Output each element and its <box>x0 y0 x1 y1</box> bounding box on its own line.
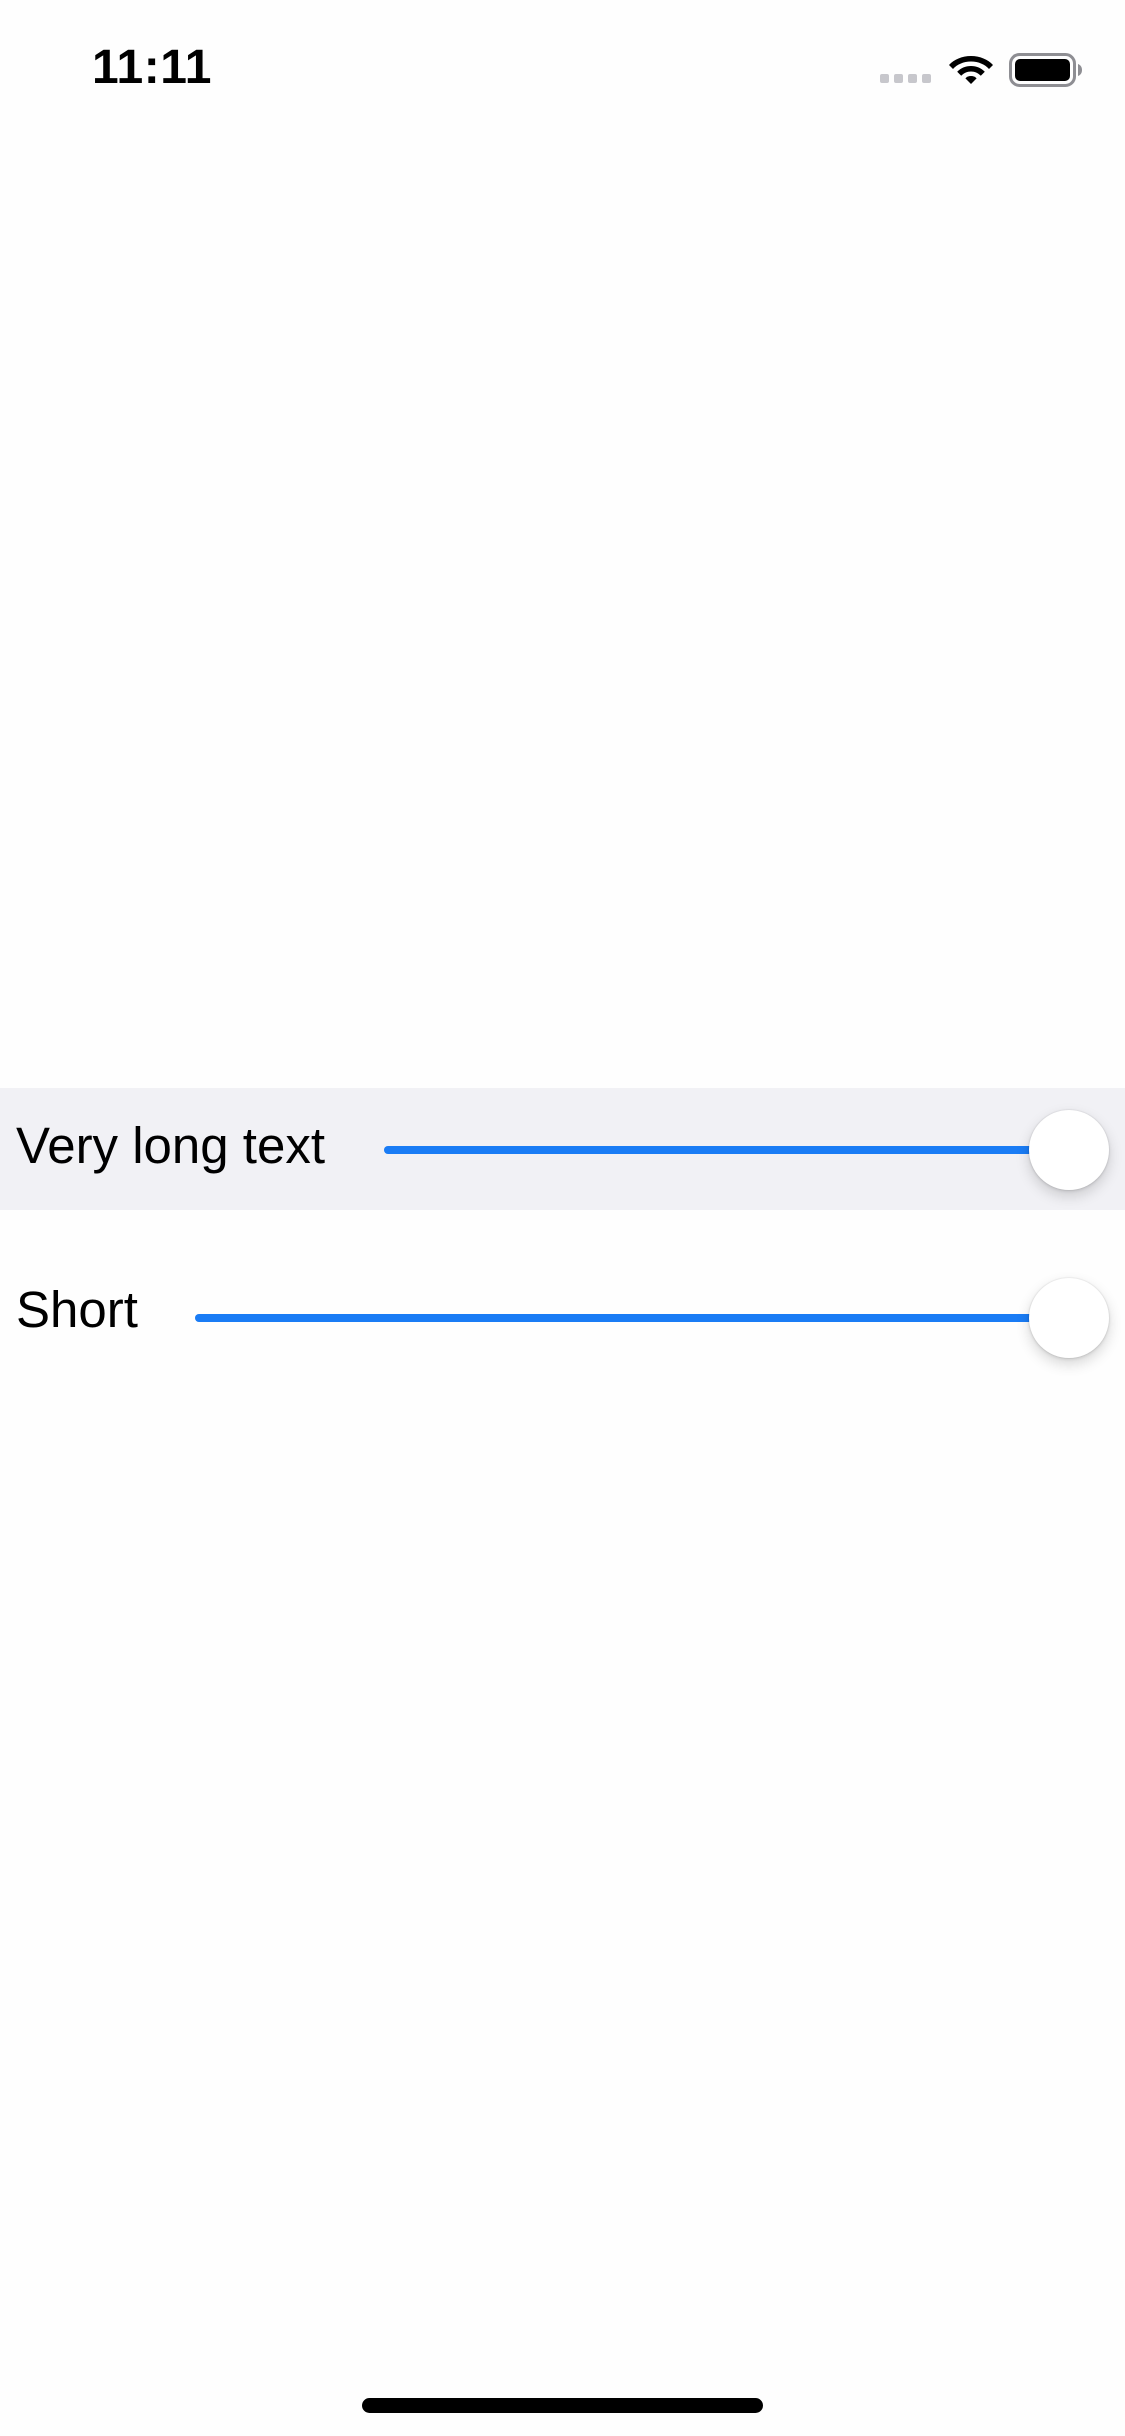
slider-fill <box>384 1146 1069 1154</box>
slider-label: Short <box>16 1281 138 1338</box>
slider-short[interactable] <box>195 1278 1109 1358</box>
cellular-signal-icon <box>880 74 931 83</box>
slider-fill <box>195 1314 1069 1322</box>
slider-thumb[interactable] <box>1029 1110 1109 1190</box>
home-indicator[interactable] <box>362 2398 763 2413</box>
status-time: 11:11 <box>92 41 212 94</box>
slider-thumb[interactable] <box>1029 1278 1109 1358</box>
slider-label: Very long text <box>16 1117 326 1174</box>
status-bar: 11:11 <box>0 0 1125 132</box>
battery-icon <box>1009 53 1082 87</box>
wifi-icon <box>949 56 993 84</box>
slider-very-long-text[interactable] <box>384 1110 1109 1190</box>
slider-row-short: Short <box>0 1254 1125 1376</box>
slider-row-very-long-text: Very long text <box>0 1088 1125 1210</box>
